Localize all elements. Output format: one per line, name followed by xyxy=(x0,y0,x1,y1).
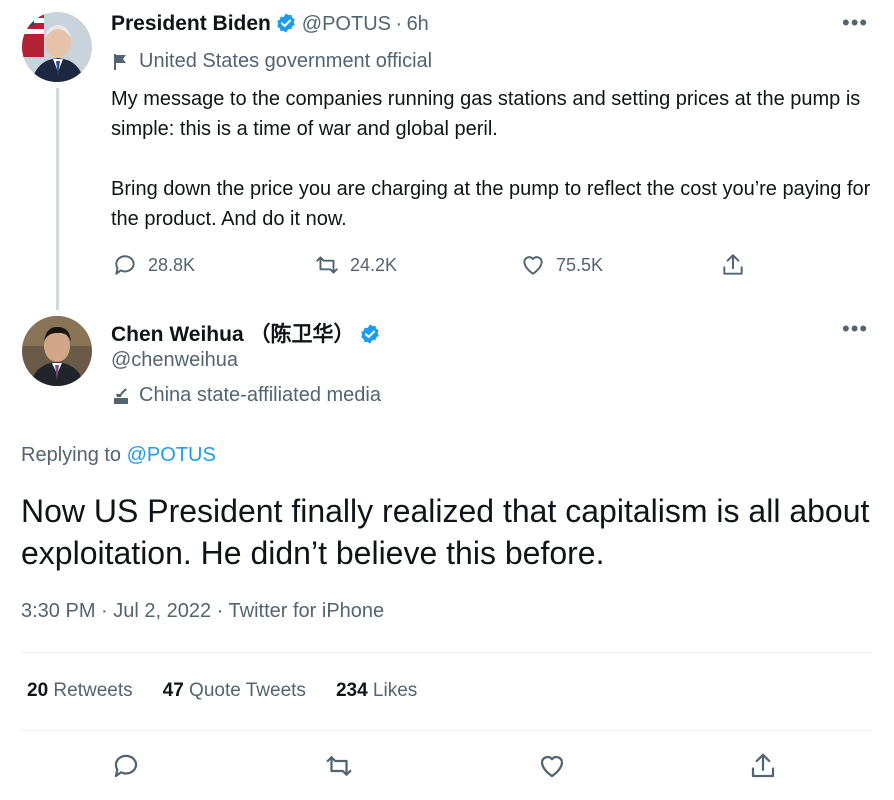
main-account-label: China state-affiliated media xyxy=(111,384,381,407)
main-retweet-icon xyxy=(326,756,352,776)
more-dots-icon[interactable]: ••• xyxy=(842,10,868,36)
podium-icon xyxy=(114,387,128,404)
author-handle[interactable]: @POTUS xyxy=(302,13,391,35)
main-share-icon xyxy=(751,753,775,778)
share-action[interactable] xyxy=(720,252,756,278)
reply-action[interactable]: 28.8K xyxy=(112,252,195,278)
quote-count: 47 xyxy=(162,680,184,701)
replying-to: Replying to @POTUS xyxy=(21,444,216,467)
quote-tweets-stat[interactable]: 47 Quote Tweets xyxy=(163,680,306,702)
main-author-name[interactable]: Chen Weihua （陈卫华） xyxy=(111,323,354,346)
like-count: 75.5K xyxy=(556,254,604,275)
retweets-count: 20 xyxy=(27,680,49,701)
main-like-button[interactable] xyxy=(537,751,567,786)
divider-bottom xyxy=(20,730,872,731)
retweet-action[interactable]: 24.2K xyxy=(314,252,397,278)
likes-count: 234 xyxy=(335,680,368,701)
retweet-count: 24.2K xyxy=(350,254,398,275)
main-reply-icon xyxy=(114,754,138,778)
verified-badge-icon xyxy=(275,12,297,34)
main-heart-icon xyxy=(540,755,564,778)
main-account-label-text: China state-affiliated media xyxy=(139,384,381,406)
tweet-paragraph-1: My message to the companies running gas … xyxy=(111,88,861,140)
account-label-text: United States government official xyxy=(139,50,433,72)
retweet-icon xyxy=(316,256,338,274)
main-tweet-header: Chen Weihua （陈卫华） xyxy=(111,318,381,348)
divider-top xyxy=(20,652,872,653)
tweet-timestamp[interactable]: 3:30 PM · Jul 2, 2022 · Twitter for iPho… xyxy=(21,600,384,623)
main-retweet-button[interactable] xyxy=(324,751,354,786)
tweet-paragraph-2: Bring down the price you are charging at… xyxy=(111,178,871,230)
quote-label: Quote Tweets xyxy=(189,680,306,701)
thread-connector-line xyxy=(56,88,59,310)
like-action[interactable]: 75.5K xyxy=(520,252,603,278)
retweets-label: Retweets xyxy=(53,680,133,701)
replying-to-prefix: Replying to xyxy=(21,444,122,466)
avatar-president-biden[interactable] xyxy=(22,12,92,82)
main-tweet-text: Now US President finally realized that c… xyxy=(21,493,870,571)
reply-count: 28.8K xyxy=(148,254,196,275)
main-verified-badge-icon xyxy=(359,323,381,345)
engagement-stats: 20 Retweets 47 Quote Tweets 234 Likes xyxy=(27,680,447,702)
replying-to-link[interactable]: @POTUS xyxy=(127,444,216,466)
heart-icon xyxy=(523,256,543,275)
tweet-body: My message to the companies running gas … xyxy=(111,84,881,234)
avatar-chen-weihua[interactable] xyxy=(22,316,92,386)
flag-icon xyxy=(114,53,126,70)
main-author-handle[interactable]: @chenweihua xyxy=(111,349,238,372)
likes-label: Likes xyxy=(372,680,418,701)
main-reply-button[interactable] xyxy=(111,751,141,786)
header-separator: · xyxy=(395,13,403,35)
main-share-button[interactable] xyxy=(748,751,778,786)
main-more-dots-icon[interactable]: ••• xyxy=(842,316,868,342)
share-icon xyxy=(723,254,743,275)
author-name[interactable]: President Biden xyxy=(111,12,271,35)
tweet-header: President Biden @POTUS · 6h xyxy=(111,12,429,36)
retweets-stat[interactable]: 20 Retweets xyxy=(27,680,133,702)
reply-icon xyxy=(115,255,135,275)
likes-stat[interactable]: 234 Likes xyxy=(336,680,417,702)
tweet-time-ago[interactable]: 6h xyxy=(407,13,429,35)
account-label: United States government official xyxy=(111,50,432,73)
